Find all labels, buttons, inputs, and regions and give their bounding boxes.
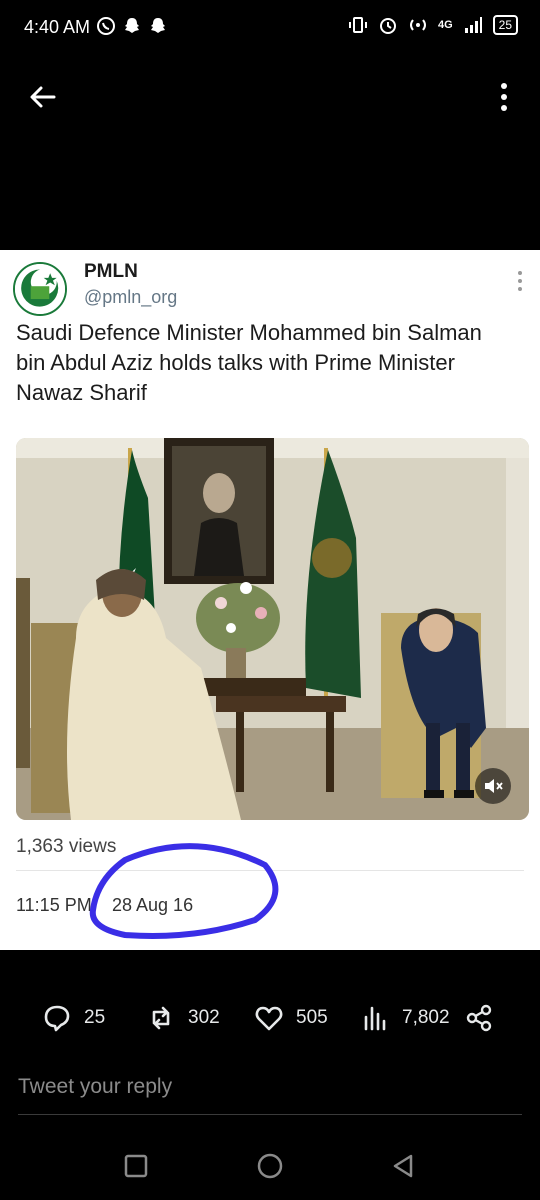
snapchat-icon (148, 16, 168, 36)
like-count: 505 (296, 1007, 328, 1028)
reply-placeholder: Tweet your reply (18, 1075, 173, 1098)
views-action[interactable]: 7,802 (360, 1003, 450, 1033)
share-icon (466, 1004, 492, 1032)
reply-input[interactable]: Tweet your reply (18, 1075, 522, 1115)
retweet-count: 302 (188, 1007, 220, 1028)
snapchat-icon (122, 16, 142, 36)
author-name: PMLN (84, 261, 138, 282)
status-bar: 4:40 AM 4G 25 (0, 0, 540, 56)
mute-icon[interactable] (475, 768, 511, 804)
video-frame (16, 438, 529, 820)
date-highlight-circle (89, 843, 279, 939)
battery-indicator: 25 (492, 15, 518, 35)
system-icons: 4G 25 (348, 15, 518, 35)
home-button[interactable] (256, 1152, 284, 1180)
more-vertical-icon (501, 83, 507, 111)
whatsapp-icon (96, 16, 116, 36)
comment-icon (44, 1005, 70, 1032)
alarm-icon (379, 18, 396, 34)
network-type: 4G (437, 19, 453, 31)
signal-icon (464, 17, 482, 33)
status-time: 4:40 AM (24, 17, 91, 37)
system-nav-bar (0, 1140, 540, 1200)
pmln-logo-icon (15, 264, 65, 314)
heart-icon (255, 1006, 283, 1031)
retweet-action[interactable]: 302 (146, 1003, 220, 1033)
reply-action[interactable]: 25 (42, 1003, 105, 1033)
tweet-text: Saudi Defence Minister Mohammed bin Salm… (16, 320, 482, 405)
share-action[interactable] (464, 1003, 494, 1033)
view-count: 7,802 (402, 1007, 450, 1028)
card-more-icon (516, 270, 524, 292)
author-handle: @pmln_org (84, 287, 178, 307)
more-options-button[interactable] (494, 80, 514, 114)
reply-count: 25 (84, 1007, 106, 1028)
tweet-actions: 25 302 505 7,802 (0, 995, 540, 1045)
tweet-video[interactable] (16, 438, 529, 820)
square-icon (124, 1154, 148, 1178)
retweet-icon (152, 1006, 170, 1030)
recents-button[interactable] (122, 1152, 150, 1180)
back-button[interactable] (26, 80, 60, 114)
tweet-screenshot-image[interactable]: PMLN @pmln_org Saudi Defence Minister Mo… (0, 250, 540, 950)
hotspot-icon (409, 19, 426, 31)
avatar (13, 262, 67, 316)
bar-chart-icon (364, 1006, 386, 1031)
like-action[interactable]: 505 (254, 1003, 328, 1033)
arrow-left-icon (30, 86, 56, 108)
circle-icon (257, 1153, 283, 1179)
tweet-time: 11:15 PM (16, 895, 92, 915)
notification-icons (96, 16, 168, 36)
triangle-back-icon (393, 1154, 413, 1178)
back-nav-button[interactable] (390, 1152, 418, 1180)
vibrate-icon (348, 17, 367, 33)
